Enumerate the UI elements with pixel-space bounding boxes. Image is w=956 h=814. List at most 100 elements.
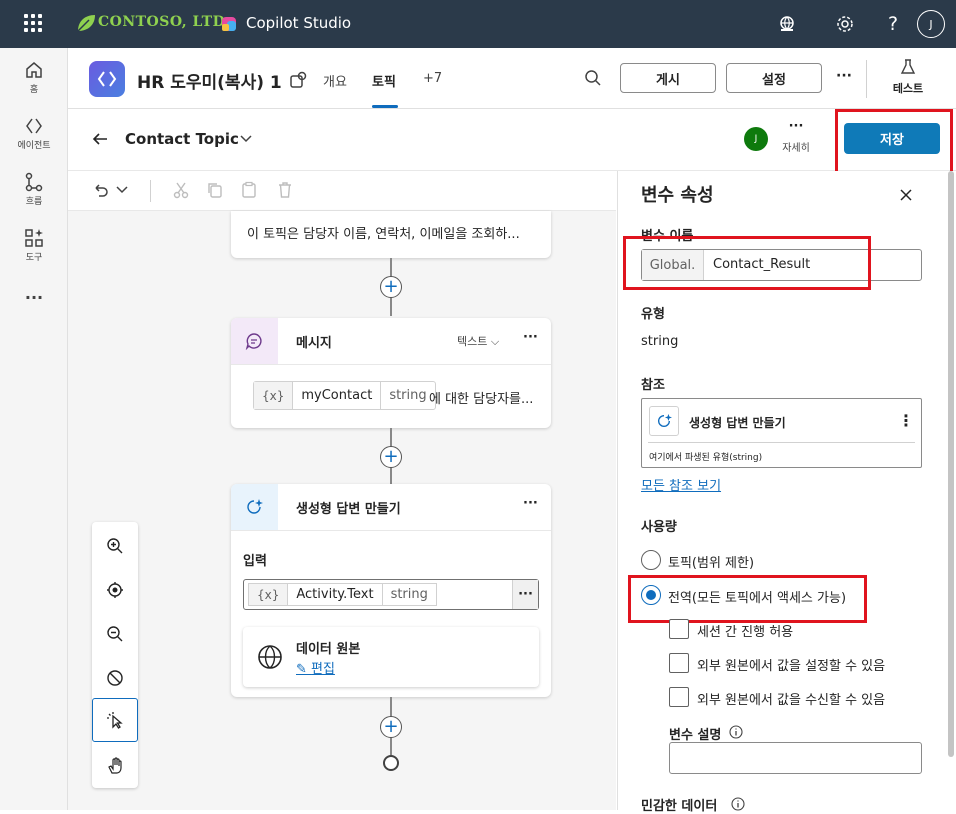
nav-label-tools: 도구 [25, 253, 43, 263]
input-field[interactable]: {x} Activity.Text string ··· [243, 579, 539, 610]
recenter-button[interactable] [92, 568, 138, 612]
test-button[interactable]: 테스트 [880, 58, 936, 96]
data-source-card[interactable]: 데이터 원본 ✎ 편집 [243, 627, 539, 687]
map-off-icon [107, 670, 123, 686]
recenter-icon [107, 582, 123, 598]
publish-button[interactable]: 게시 [620, 63, 716, 93]
zoom-out-button[interactable] [92, 612, 138, 656]
agent-avatar [89, 61, 125, 97]
generative-answers-card[interactable]: 생성형 답변 만들기 ··· 입력 {x} Activity.Text stri… [231, 484, 551, 697]
trigger-card[interactable]: 이 토픽은 담당자 이름, 연락처, 이메일을 조회하... [231, 211, 551, 258]
copy-icon[interactable] [206, 181, 224, 199]
variable-name: myContact [292, 382, 380, 409]
scope-topic-radio[interactable] [641, 550, 661, 570]
undo-dropdown-icon[interactable] [116, 185, 128, 195]
edit-link-label: 편집 [311, 662, 335, 677]
chevron-down-icon[interactable] [239, 133, 253, 145]
message-type-label: 텍스트 [457, 335, 488, 348]
edit-link[interactable]: ✎ 편집 [296, 658, 335, 677]
details-button[interactable]: ··· 자세히 [781, 120, 811, 154]
variable-chip-mycontact[interactable]: {x} myContact string [253, 381, 436, 410]
session-carry-checkbox[interactable] [669, 619, 689, 639]
nav-more-icon[interactable]: ··· [0, 288, 68, 307]
zoom-out-icon [107, 626, 123, 642]
toolbar-divider [150, 180, 151, 202]
tools-icon [25, 229, 43, 247]
nav-label-agents: 에이전트 [17, 141, 51, 151]
paste-icon[interactable] [240, 181, 258, 199]
tab-overview[interactable]: 개요 [323, 71, 347, 90]
delete-icon[interactable] [276, 181, 294, 199]
close-icon[interactable] [898, 187, 914, 203]
type-value: string [641, 334, 679, 349]
variable-icon: {x} [248, 583, 289, 606]
message-suffix-text: 에 대한 담당자를... [429, 392, 534, 407]
nav-item-home[interactable]: 홈 [0, 60, 68, 95]
highlight-global-scope [628, 575, 867, 623]
view-all-references-link[interactable]: 모든 참조 보기 [641, 475, 721, 494]
user-avatar[interactable]: J [917, 10, 945, 38]
message-node-card[interactable]: 메시지 텍스트 ⌵ ··· {x} myContact string 에 대한 … [231, 318, 551, 428]
add-node-button[interactable]: + [380, 276, 402, 298]
add-node-button[interactable]: + [380, 716, 402, 738]
left-navigation: 홈 에이전트 흐름 도구 ··· [0, 48, 68, 810]
trigger-description: 이 토픽은 담당자 이름, 연락처, 이메일을 조회하... [247, 227, 520, 242]
external-receive-label: 외부 원본에서 값을 수신할 수 있음 [697, 693, 886, 708]
type-label: 유형 [641, 307, 665, 322]
card-divider [231, 530, 551, 531]
header-more-icon[interactable]: ··· [836, 68, 852, 84]
globe-icon [258, 645, 282, 669]
highlight-variable-name [623, 236, 871, 290]
reference-card[interactable]: 생성형 답변 만들기 ⋮ 여기에서 파생된 유형(string) [641, 398, 922, 468]
minimap-toggle-button[interactable] [92, 656, 138, 700]
brand-logo-text: CONTOSO, LTD. [98, 14, 231, 30]
panel-title: 변수 속성 [641, 185, 714, 206]
app-launcher-icon[interactable] [24, 14, 42, 32]
variable-description-label: 변수 설명 [669, 728, 722, 743]
info-icon[interactable] [729, 725, 743, 739]
reference-divider [648, 442, 915, 443]
help-icon[interactable]: ? [880, 10, 906, 38]
settings-gear-icon[interactable] [832, 12, 858, 36]
variable-type: string [380, 382, 434, 409]
info-icon[interactable] [731, 797, 745, 811]
zoom-in-button[interactable] [92, 524, 138, 568]
add-node-button[interactable]: + [380, 446, 402, 468]
product-name: Copilot Studio [246, 14, 352, 32]
topic-name[interactable]: Contact Topic [125, 130, 239, 148]
pan-mode-button[interactable] [92, 744, 138, 788]
data-source-title: 데이터 원본 [296, 642, 361, 657]
message-more-icon[interactable]: ··· [523, 330, 538, 345]
usage-label: 사용량 [641, 520, 677, 535]
nav-item-flows[interactable]: 흐름 [0, 172, 68, 207]
tab-more[interactable]: +7 [423, 71, 442, 86]
external-set-checkbox[interactable] [669, 653, 689, 673]
home-icon [26, 62, 42, 78]
cut-icon[interactable] [172, 181, 190, 199]
nav-item-tools[interactable]: 도구 [0, 228, 68, 263]
generative-more-icon[interactable]: ··· [523, 496, 538, 511]
top-bar: CONTOSO, LTD. Copilot Studio ? J [0, 0, 956, 48]
agent-code-icon [97, 71, 117, 87]
input-more-icon[interactable]: ··· [512, 580, 538, 609]
agents-icon [26, 118, 42, 134]
search-icon[interactable] [584, 69, 602, 87]
reference-label: 참조 [641, 378, 665, 393]
external-receive-checkbox[interactable] [669, 687, 689, 707]
select-mode-button[interactable] [92, 698, 138, 742]
environment-icon[interactable] [774, 12, 800, 36]
message-type-dropdown[interactable]: 텍스트 ⌵ [457, 333, 499, 349]
reference-icon-tile [649, 406, 679, 436]
external-set-label: 외부 원본에서 값을 설정할 수 있음 [697, 659, 886, 674]
canvas-toolbar [68, 171, 616, 211]
sensitive-data-label: 민감한 데이터 [641, 799, 718, 814]
nav-item-agents[interactable]: 에이전트 [0, 116, 68, 151]
panel-scrollbar[interactable] [948, 171, 954, 757]
undo-icon[interactable] [92, 181, 110, 199]
reference-more-icon[interactable]: ⋮ [898, 411, 914, 430]
variable-description-input[interactable] [669, 742, 922, 774]
settings-button[interactable]: 설정 [726, 63, 822, 93]
back-arrow-icon[interactable] [91, 130, 109, 148]
pointer-select-icon [107, 712, 123, 729]
tab-topics[interactable]: 토픽 [372, 71, 396, 90]
